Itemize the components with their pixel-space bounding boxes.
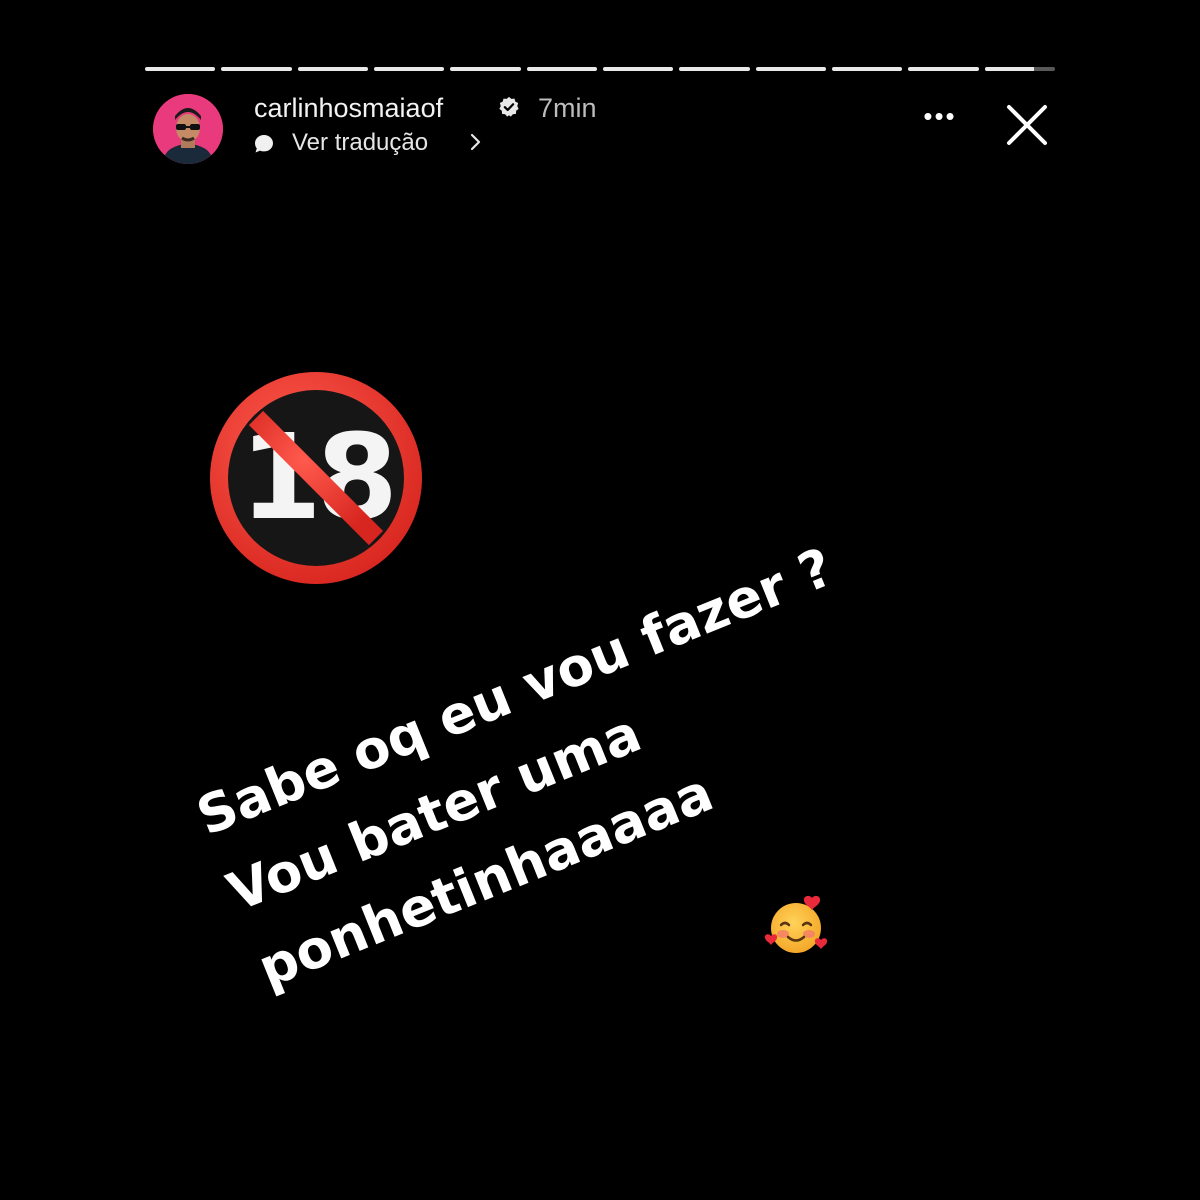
story-header: carlinhosmaiaof 7min Ver tradução ••• <box>153 92 1063 172</box>
progress-segment-fill <box>755 67 826 71</box>
progress-segment-fill <box>526 67 597 71</box>
progress-segment <box>221 67 292 71</box>
progress-segment-fill <box>679 67 750 71</box>
progress-segment <box>297 67 368 71</box>
close-icon[interactable] <box>1003 101 1051 149</box>
progress-segment <box>755 67 826 71</box>
verified-badge-icon <box>499 96 519 117</box>
progress-segment-fill <box>602 67 674 71</box>
more-options-icon[interactable]: ••• <box>918 103 962 136</box>
progress-segment <box>145 67 216 71</box>
smiling-face-with-hearts-emoji <box>764 895 828 953</box>
speech-bubble-icon[interactable] <box>254 134 274 154</box>
progress-segment-fill <box>297 67 368 71</box>
progress-segment-fill <box>221 67 292 71</box>
story-time: 7min <box>538 93 597 123</box>
progress-segment <box>602 67 674 71</box>
chevron-right-icon[interactable] <box>468 132 484 152</box>
username[interactable]: carlinhosmaiaof <box>254 93 443 124</box>
progress-segment <box>831 67 903 71</box>
progress-segment <box>679 67 750 71</box>
avatar[interactable] <box>153 94 223 164</box>
progress-segment-fill <box>145 67 216 71</box>
progress-segment <box>908 67 979 71</box>
progress-segment <box>984 67 1055 71</box>
progress-segment-fill <box>831 67 903 71</box>
no-one-under-eighteen-emoji: 18 <box>210 372 422 584</box>
progress-segment-fill <box>373 67 445 71</box>
progress-segment <box>450 67 521 71</box>
progress-segment-fill <box>908 67 979 71</box>
progress-segment <box>526 67 597 71</box>
story-progress-bar <box>145 67 1055 72</box>
translate-link[interactable]: Ver tradução <box>292 129 428 157</box>
progress-segment-fill <box>984 67 1034 71</box>
progress-segment-fill <box>450 67 521 71</box>
progress-segment <box>373 67 445 71</box>
